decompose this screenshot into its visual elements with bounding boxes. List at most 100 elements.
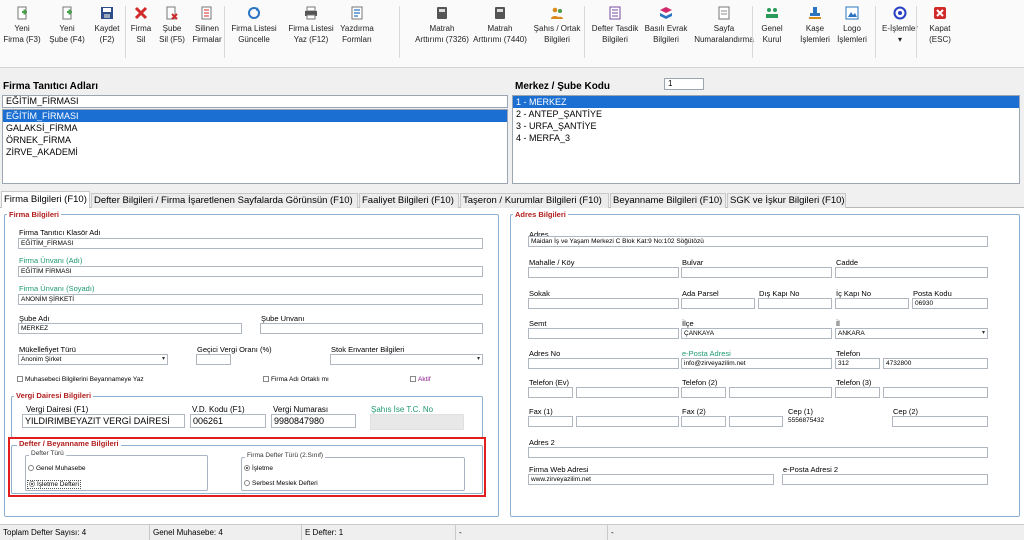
toolbar-label-line1: Genel [761, 24, 783, 33]
stok-select[interactable]: ▾ [330, 354, 483, 365]
branch-code-input[interactable]: 1 [664, 78, 704, 90]
toolbar-button-5[interactable]: Silinen Firmalar [190, 6, 224, 62]
toolbar-button-2[interactable]: Kaydet (F2) [92, 6, 122, 62]
branch-list: 1 - MERKEZ 2 - ANTEP_ŞANTİYE 3 - URFA_ŞANT… [512, 95, 1020, 184]
toolbar-button-4[interactable]: Şube Sil (F5) [158, 6, 186, 62]
tab-1[interactable]: Defter Bilgileri / Firma İşaretlenen Say… [91, 193, 358, 208]
fax1-code-field[interactable] [528, 416, 573, 427]
tab-0[interactable]: Firma Bilgileri (F10) [1, 191, 90, 208]
fax2-code-field[interactable] [681, 416, 726, 427]
cep1-field[interactable]: 5556875432 [786, 416, 886, 427]
vergi-numarasi-field[interactable]: 9980847980 [271, 414, 356, 428]
toolbar-button-13[interactable]: Basılı Evrak Bilgileri [641, 6, 691, 62]
ledger-icon [608, 6, 622, 20]
toolbar-label-line2: İşlemleri [800, 35, 830, 44]
mahalle-field[interactable] [528, 267, 679, 278]
semt-field[interactable] [528, 328, 679, 339]
il-select[interactable]: ANKARA ▾ [835, 328, 988, 339]
il-value: ANKARA [838, 330, 865, 337]
toolbar-button-0[interactable]: Yeni Firma (F3) [3, 6, 41, 62]
firm-item[interactable]: EĞİTİM_FİRMASI [3, 110, 507, 122]
branch-item[interactable]: 3 - URFA_ŞANTİYE [513, 120, 1019, 132]
ada-parsel-field[interactable] [681, 298, 755, 309]
ilce-label: İlçe [682, 319, 694, 328]
toolbar-label-line1: Sayfa [713, 24, 735, 33]
firm-item[interactable]: GALAKSİ_FİRMA [3, 122, 507, 134]
toolbar-button-14[interactable]: Sayfa Numaralandırma [688, 6, 760, 62]
telefon2-code-field[interactable] [681, 387, 726, 398]
toolbar-button-3[interactable]: Firma Sil [128, 6, 154, 62]
cep2-field[interactable] [892, 416, 988, 427]
toolbar-button-11[interactable]: Şahıs / Ortak Bilgileri [530, 6, 584, 62]
adres2-label: Adres 2 [529, 438, 555, 447]
firm-item[interactable]: ÖRNEK_FİRMA [3, 134, 507, 146]
dis-kapi-label: Dış Kapı No [759, 289, 800, 298]
tc-no-field[interactable] [370, 414, 464, 430]
unvan-adi-field[interactable]: EĞİTİM FİRMASI [18, 266, 483, 277]
sube-unvani-field[interactable] [260, 323, 483, 334]
toolbar-button-8[interactable]: Yazdırma Formları [336, 6, 378, 62]
toolbar-button-6[interactable]: Firma Listesi Güncelle [228, 6, 280, 62]
tab-2[interactable]: Faaliyet Bilgileri (F10) [359, 193, 459, 208]
vergi-numarasi-label: Vergi Numarası [273, 405, 329, 414]
close-icon [933, 6, 947, 20]
status-dash-2: - [611, 528, 614, 537]
toolbar-button-16[interactable]: Kaşe İşlemleri [796, 6, 834, 62]
sube-adi-field[interactable]: MERKEZ [18, 323, 242, 334]
muhasebeci-checkbox[interactable]: Muhasebeci Bilgilerini Beyannameye Yaz [17, 376, 144, 383]
tab-4[interactable]: Beyanname Bilgileri (F10) [610, 193, 726, 208]
aktif-checkbox[interactable]: Aktif [410, 376, 431, 383]
adres-no-field[interactable] [528, 358, 679, 369]
branch-item[interactable]: 4 - MERFA_3 [513, 132, 1019, 144]
eposta2-field[interactable] [782, 474, 988, 485]
firm-item[interactable]: ZİRVE_AKADEMİ [3, 146, 507, 158]
ilce-field[interactable]: ÇANKAYA [681, 328, 832, 339]
toolbar-button-12[interactable]: Defter Tasdik Bilgileri [588, 6, 642, 62]
dis-kapi-field[interactable] [758, 298, 832, 309]
telefon-field[interactable]: 4732800 [883, 358, 988, 369]
telefon2-field[interactable] [729, 387, 832, 398]
telefon-code-field[interactable]: 312 [835, 358, 880, 369]
telefon-ev-field[interactable] [576, 387, 679, 398]
toolbar-button-9[interactable]: Matrah Arttırımı (7326) [412, 6, 472, 62]
branch-item[interactable]: 1 - MERKEZ [513, 96, 1019, 108]
tab-5[interactable]: SGK ve İşkur Bilgileri (F10) [727, 193, 846, 208]
bulvar-field[interactable] [681, 267, 832, 278]
gecici-vergi-field[interactable] [196, 354, 231, 365]
e-operations-icon [893, 6, 907, 20]
posta-kodu-field[interactable]: 06930 [912, 298, 988, 309]
toolbar-button-17[interactable]: Logo İşlemleri [832, 6, 872, 62]
eposta-field[interactable]: info@zirveyazilim.net [681, 358, 832, 369]
toolbar-button-10[interactable]: Matrah Arttırımı (7440) [470, 6, 530, 62]
checkbox-icon [410, 376, 416, 383]
toolbar-button-7[interactable]: Firma Listesi Yaz (F12) [285, 6, 337, 62]
telefon-ev-code-field[interactable] [528, 387, 573, 398]
firm-search-input[interactable]: EĞİTİM_FİRMASI [2, 95, 508, 108]
vd-kodu-field[interactable]: 006261 [190, 414, 266, 428]
toolbar-button-1[interactable]: Yeni Şube (F4) [48, 6, 86, 62]
toolbar-label-line2: Numaralandırma [694, 35, 754, 44]
ic-kapi-field[interactable] [835, 298, 909, 309]
cadde-field[interactable] [835, 267, 988, 278]
ortakli-checkbox[interactable]: Firma Adı Ortaklı mı [263, 376, 329, 383]
sokak-field[interactable] [528, 298, 679, 309]
branch-item[interactable]: 2 - ANTEP_ŞANTİYE [513, 108, 1019, 120]
adres2-field[interactable] [528, 447, 988, 458]
fax2-field[interactable] [729, 416, 783, 427]
mukellefiyet-select[interactable]: Anonim Şirket ▾ [18, 354, 168, 365]
fax1-field[interactable] [576, 416, 679, 427]
web-field[interactable]: www.zirveyazilim.net [528, 474, 774, 485]
vergi-dairesi-field[interactable]: YILDIRIMBEYAZIT VERGİ DAİRESİ [22, 414, 185, 428]
telefon3-code-field[interactable] [835, 387, 880, 398]
new-document-icon [15, 6, 29, 20]
status-dash-1: - [456, 525, 608, 540]
toolbar-button-19[interactable]: Kapat (ESC) [922, 6, 958, 62]
tab-3[interactable]: Taşeron / Kurumlar Bilgileri (F10) [460, 193, 609, 208]
toolbar-button-18[interactable]: E-İşlemler ▾ [880, 6, 920, 62]
toolbar-label-line1: Firma [130, 24, 152, 33]
toolbar-button-15[interactable]: Genel Kurul [757, 6, 787, 62]
adres-field[interactable]: Maidan İş ve Yaşam Merkezi C Blok Kat:9 … [528, 236, 988, 247]
klasor-field[interactable]: EĞİTİM_FİRMASI [18, 238, 483, 249]
telefon3-field[interactable] [883, 387, 988, 398]
unvan-soyadi-field[interactable]: ANONİM ŞİRKETİ [18, 294, 483, 305]
